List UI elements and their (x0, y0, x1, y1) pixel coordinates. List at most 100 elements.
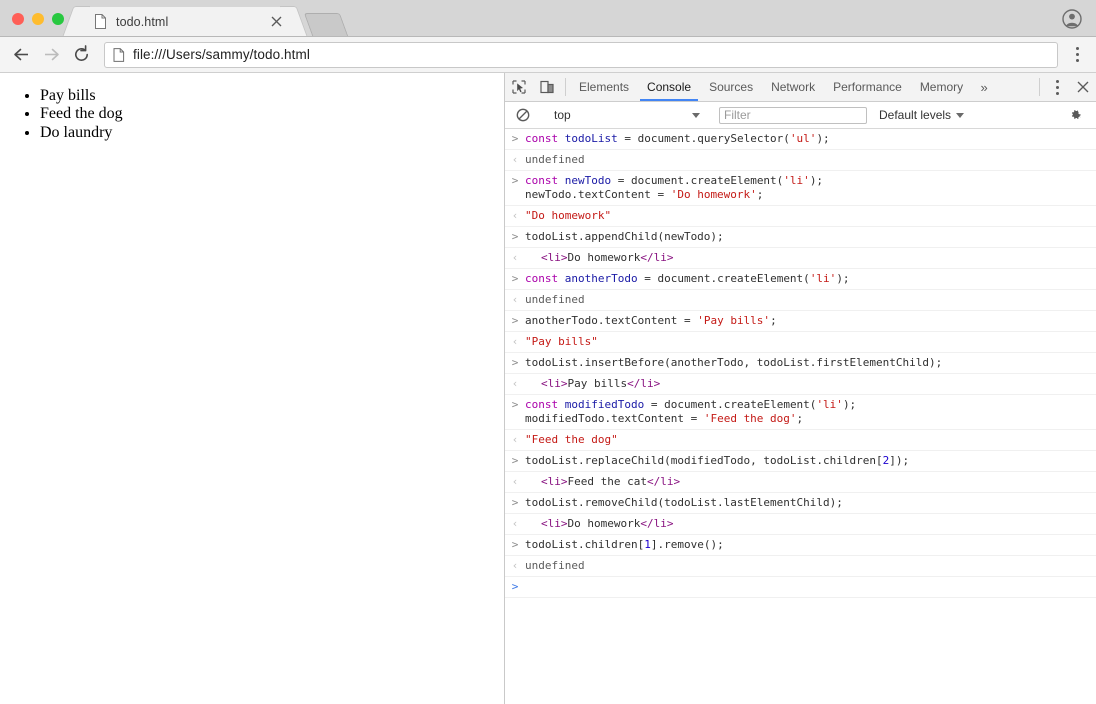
code-token: ].remove(); (650, 538, 724, 551)
console-row-output: ‹ <li>Do homework</li> (505, 514, 1096, 535)
devtools-menu-button[interactable] (1044, 73, 1070, 101)
console-row-text: anotherTodo.textContent = 'Pay bills'; (525, 314, 1096, 328)
console-row-output: ‹ "Do homework" (505, 206, 1096, 227)
address-bar[interactable]: file:///Users/sammy/todo.html (104, 41, 1058, 68)
chevron-down-icon (692, 112, 700, 118)
list-item: Feed the dog (40, 105, 504, 123)
browser-tab-todo-html[interactable]: todo.html (78, 7, 292, 36)
code-token: </li> (640, 251, 674, 264)
code-token: </li> (646, 475, 681, 488)
code-token: ]); (889, 454, 910, 467)
new-tab-button[interactable] (303, 13, 349, 36)
clear-console-icon[interactable] (509, 108, 537, 122)
console-row-input: > todoList.removeChild(todoList.lastEleme… (505, 493, 1096, 514)
code-token: 'ul' (789, 132, 817, 145)
console-row-text: todoList.children[1].remove(); (525, 538, 1096, 552)
prompt-arrow-icon: > (511, 314, 519, 327)
console-output[interactable]: > const todoList = document.querySelector… (505, 129, 1096, 704)
console-row-input: > todoList.appendChild(newTodo); (505, 227, 1096, 248)
code-token: = (644, 398, 665, 411)
document-icon (113, 47, 125, 62)
response-arrow-icon: ‹ (511, 293, 519, 306)
code-token: "Pay bills" (525, 335, 598, 348)
code-token: 1 (644, 538, 651, 551)
close-devtools-icon[interactable] (1070, 73, 1096, 101)
prompt-arrow-icon: > (511, 132, 519, 145)
console-row-text: const todoList = document.querySelector(… (525, 132, 1096, 146)
code-token: </li> (640, 517, 674, 530)
tab-memory[interactable]: Memory (911, 73, 972, 101)
gear-icon[interactable] (1062, 108, 1090, 122)
reload-icon[interactable] (66, 40, 96, 70)
list-item: Pay bills (40, 87, 504, 105)
tab-console[interactable]: Console (638, 73, 700, 101)
response-arrow-icon: ‹ (511, 153, 519, 166)
console-row-input: > const modifiedTodo = document.createEle… (505, 395, 1096, 430)
todo-list: Pay bills Feed the dog Do laundry (0, 87, 504, 142)
execution-context-dropdown[interactable]: top (546, 108, 704, 122)
console-row-text: <li>Pay bills</li> (525, 377, 1096, 391)
console-row-text: "Pay bills" (525, 335, 1096, 349)
code-token: 'Pay bills' (697, 314, 771, 327)
tab-network[interactable]: Network (762, 73, 824, 101)
code-token: Do homework (567, 251, 641, 264)
chevron-down-icon (956, 112, 965, 118)
close-icon[interactable] (268, 14, 284, 30)
close-window-button[interactable] (12, 13, 24, 25)
console-row-text: "Feed the dog" (525, 433, 1096, 447)
tab-elements[interactable]: Elements (570, 73, 638, 101)
code-token: todoList.insertBefore(anotherTodo, todoL… (525, 356, 943, 369)
browser-menu-button[interactable] (1064, 41, 1090, 69)
code-token: <li> (541, 377, 568, 390)
response-arrow-icon: ‹ (511, 517, 519, 530)
console-row-output: ‹ undefined (505, 290, 1096, 311)
code-token: modifiedTodo (564, 398, 645, 411)
tab-performance[interactable]: Performance (824, 73, 911, 101)
code-token: newTodo (564, 174, 612, 187)
code-token: Pay bills (567, 377, 628, 390)
prompt-arrow-icon: > (511, 496, 519, 509)
maximize-window-button[interactable] (52, 13, 64, 25)
console-row-text: todoList.removeChild(todoList.lastElemen… (525, 496, 1096, 510)
code-token: undefined (525, 293, 585, 306)
address-bar-url: file:///Users/sammy/todo.html (133, 47, 310, 62)
code-token: = (657, 188, 671, 201)
back-arrow-icon[interactable] (6, 40, 36, 70)
prompt-arrow-icon: > (511, 580, 519, 593)
code-token: todoList.appendChild(newTodo); (525, 230, 724, 243)
console-row-text: <li>Do homework</li> (525, 517, 1096, 531)
code-token: "Do homework" (525, 209, 612, 222)
devtools-tabbar: Elements Console Sources Network Perform… (505, 73, 1096, 102)
inspect-element-icon[interactable] (505, 73, 533, 101)
console-row-text: undefined (525, 153, 1096, 167)
divider (1039, 78, 1040, 96)
console-row-text: const modifiedTodo = document.createElem… (525, 398, 1096, 426)
code-token: newTodo.textContent (525, 188, 658, 201)
code-token: anotherTodo (564, 272, 638, 285)
log-levels-dropdown[interactable]: Default levels (879, 108, 965, 122)
console-row-text: todoList.appendChild(newTodo); (525, 230, 1096, 244)
chevron-double-right-icon[interactable]: » (972, 73, 996, 101)
console-row-prompt[interactable]: > (505, 577, 1096, 598)
profile-avatar-icon[interactable] (1062, 9, 1082, 29)
code-token: ); (809, 174, 824, 187)
console-filter-placeholder: Filter (724, 108, 751, 122)
code-token: ; (796, 412, 804, 425)
content-area: Pay bills Feed the dog Do laundry (0, 73, 1096, 704)
page-viewport: Pay bills Feed the dog Do laundry (0, 73, 505, 704)
list-item: Do laundry (40, 124, 504, 142)
code-token: modifiedTodo.textContent (525, 412, 691, 425)
code-token: <li> (541, 517, 568, 530)
console-row-text: const anotherTodo = document.createEleme… (525, 272, 1096, 286)
tab-sources[interactable]: Sources (700, 73, 762, 101)
device-toolbar-icon[interactable] (533, 73, 561, 101)
code-token: const (525, 132, 565, 145)
response-arrow-icon: ‹ (511, 475, 519, 488)
console-row-output: ‹ undefined (505, 556, 1096, 577)
prompt-arrow-icon: > (511, 356, 519, 369)
minimize-window-button[interactable] (32, 13, 44, 25)
code-token: 'li' (783, 174, 810, 187)
console-filter-input[interactable]: Filter (719, 106, 867, 124)
console-filter-bar: top Filter Default levels (505, 102, 1096, 129)
code-token: = (683, 314, 698, 327)
